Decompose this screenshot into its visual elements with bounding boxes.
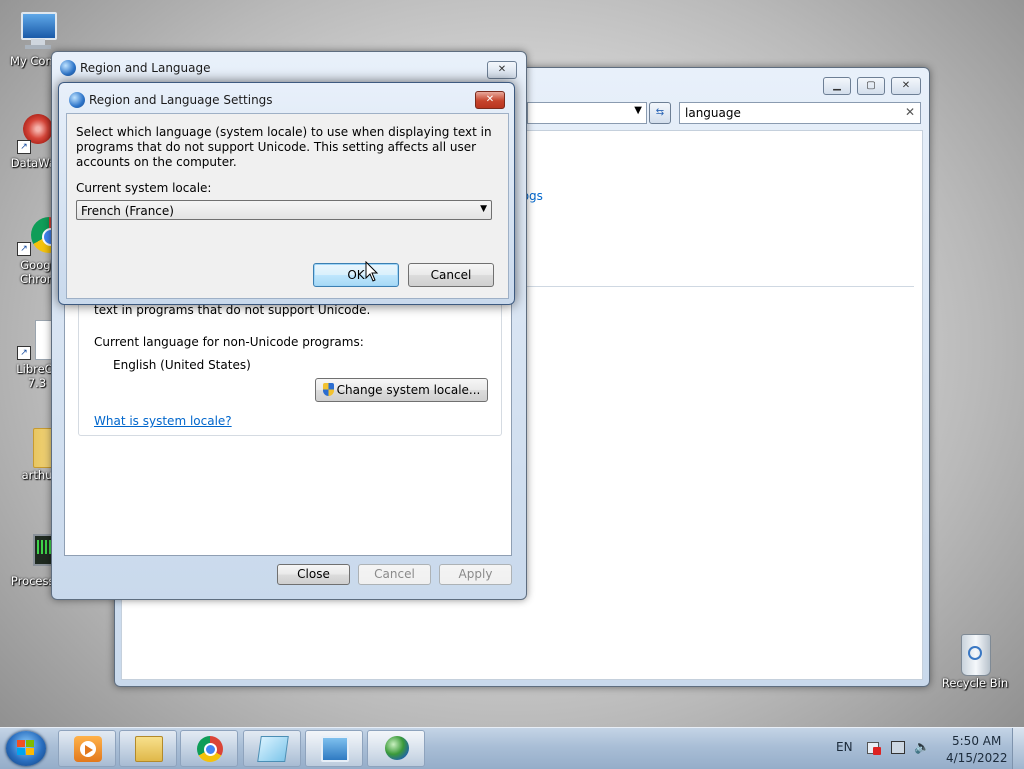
group-description: text in programs that do not support Uni… bbox=[94, 303, 371, 317]
system-locale-dropdown[interactable]: French (France) ▼ bbox=[76, 200, 492, 220]
computer-icon bbox=[17, 10, 57, 52]
taskbar: EN 🔈 5:50 AM 4/15/2022 bbox=[0, 727, 1024, 769]
cancel-button[interactable]: Cancel bbox=[408, 263, 494, 287]
taskbar-region-language[interactable] bbox=[367, 730, 425, 767]
maximize-button[interactable]: ▢ bbox=[857, 77, 885, 95]
recycle-bin-icon bbox=[955, 632, 995, 676]
current-locale-label: Current system locale: bbox=[76, 181, 212, 195]
media-player-icon bbox=[74, 736, 102, 762]
window-title: Region and Language bbox=[80, 61, 211, 75]
taskbar-media-player[interactable] bbox=[58, 730, 116, 767]
cancel-button[interactable]: Cancel bbox=[358, 564, 431, 585]
region-language-icon bbox=[385, 736, 409, 760]
notepad-icon bbox=[257, 736, 289, 762]
clock-date[interactable]: 4/15/2022 bbox=[946, 751, 1008, 765]
action-center-icon[interactable] bbox=[867, 742, 881, 755]
minimize-button[interactable]: ▁ bbox=[823, 77, 851, 95]
shortcut-arrow-icon: ↗ bbox=[17, 140, 31, 154]
shortcut-arrow-icon: ↗ bbox=[17, 242, 31, 256]
desktop-icon-label: Recycle Bin bbox=[941, 676, 1009, 690]
language-indicator[interactable]: EN bbox=[836, 740, 853, 754]
search-input[interactable]: language bbox=[685, 106, 741, 120]
search-box[interactable]: language ✕ bbox=[679, 102, 921, 124]
clock-time[interactable]: 5:50 AM bbox=[952, 734, 1001, 748]
refresh-button[interactable]: ⇆ bbox=[649, 102, 671, 124]
change-system-locale-button[interactable]: Change system locale... bbox=[315, 378, 488, 402]
change-locale-label: Change system locale... bbox=[336, 383, 481, 397]
network-icon[interactable] bbox=[891, 741, 905, 754]
dialog-body: Select which language (system locale) to… bbox=[66, 113, 509, 299]
locale-description: Select which language (system locale) to… bbox=[76, 125, 492, 169]
show-desktop-button[interactable] bbox=[1012, 728, 1024, 769]
system-locale-group: text in programs that do not support Uni… bbox=[78, 301, 502, 436]
address-dropdown-icon[interactable]: ▼ bbox=[634, 105, 642, 116]
section-divider bbox=[508, 286, 914, 287]
current-language-value: English (United States) bbox=[113, 358, 251, 372]
what-is-system-locale-link[interactable]: What is system locale? bbox=[94, 414, 232, 428]
locale-settings-dialog: Region and Language Settings ✕ Select wh… bbox=[58, 82, 515, 305]
file-explorer-icon bbox=[135, 736, 163, 762]
shortcut-arrow-icon: ↗ bbox=[17, 346, 31, 360]
ok-button[interactable]: OK bbox=[313, 263, 399, 287]
region-globe-icon bbox=[69, 92, 85, 108]
close-window-button[interactable]: ✕ bbox=[487, 61, 517, 79]
uac-shield-icon bbox=[322, 383, 334, 396]
windows-logo-icon bbox=[17, 740, 34, 755]
desktop-icon-recycle-bin[interactable]: Recycle Bin bbox=[940, 632, 1010, 690]
dropdown-arrow-icon[interactable]: ▼ bbox=[480, 204, 487, 214]
clear-search-icon[interactable]: ✕ bbox=[905, 105, 915, 119]
dialog-title: Region and Language Settings bbox=[89, 93, 273, 107]
selected-locale: French (France) bbox=[81, 204, 174, 218]
taskbar-control-panel[interactable] bbox=[305, 730, 363, 767]
volume-icon[interactable]: 🔈 bbox=[914, 740, 930, 755]
taskbar-chrome[interactable] bbox=[180, 730, 238, 767]
apply-button[interactable]: Apply bbox=[439, 564, 512, 585]
address-bar[interactable]: ▼ bbox=[527, 102, 647, 124]
mouse-cursor-icon bbox=[365, 261, 379, 282]
start-button[interactable] bbox=[6, 731, 46, 766]
close-button[interactable]: Close bbox=[277, 564, 350, 585]
taskbar-file-explorer[interactable] bbox=[119, 730, 177, 767]
close-window-button[interactable]: ✕ bbox=[891, 77, 921, 95]
close-dialog-button[interactable]: ✕ bbox=[475, 91, 505, 109]
chrome-icon bbox=[197, 736, 223, 762]
control-panel-icon bbox=[321, 736, 349, 762]
current-language-label: Current language for non-Unicode program… bbox=[94, 335, 364, 349]
taskbar-notepad[interactable] bbox=[243, 730, 301, 767]
region-globe-icon bbox=[60, 60, 76, 76]
administrative-tab-panel: text in programs that do not support Uni… bbox=[64, 300, 512, 556]
